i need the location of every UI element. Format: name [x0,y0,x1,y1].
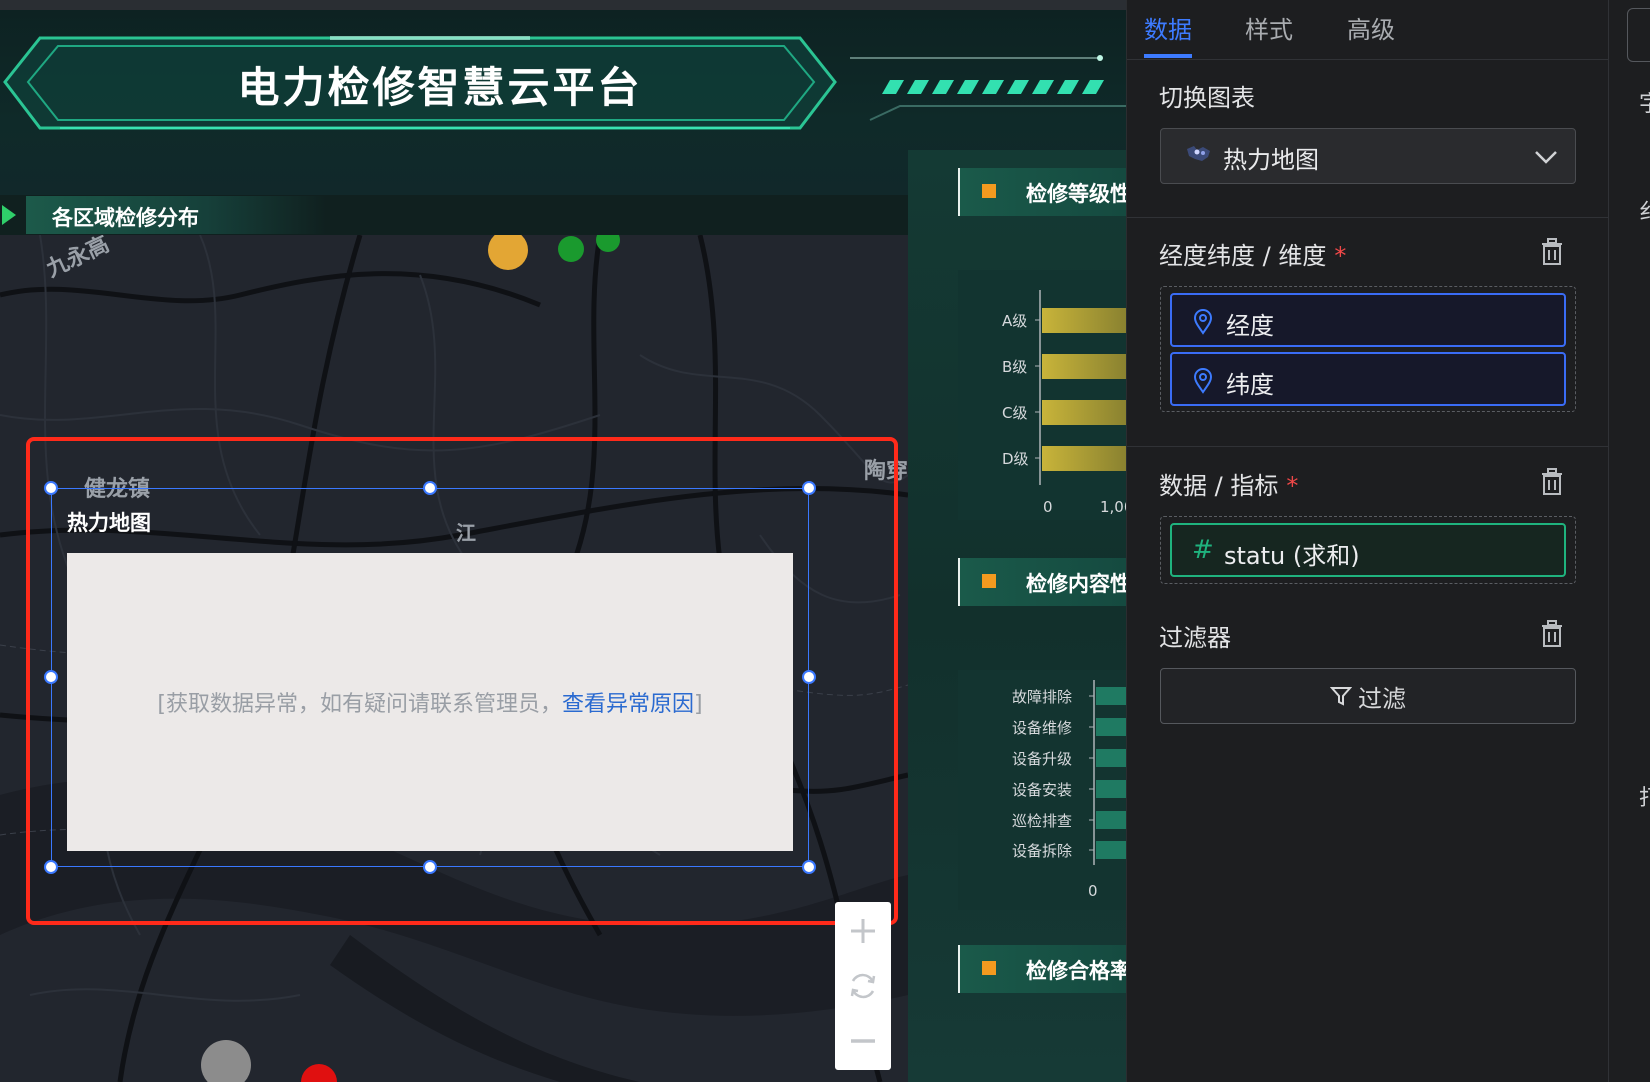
filter-label: 过滤器 [1159,624,1231,652]
longitude-field[interactable]: 经度 [1170,293,1566,347]
divider [1127,446,1609,447]
section-title-passrate: 检修合格率 [1026,959,1126,983]
chart-type-select[interactable]: 热力地图 [1160,128,1576,184]
geo-field-label-text: 经度纬度 / 维度 [1159,242,1327,270]
config-panel: 数据 样式 高级 切换图表 热力地图 经度纬度 / 维度 * 经度 纬度 数据 … [1126,0,1609,1082]
axis-tick-1000: 1,00 [1100,498,1126,516]
right-side-strip: 字 纟 打 [1608,0,1650,1082]
zoom-in-button[interactable] [835,906,891,956]
zoom-out-button[interactable] [835,1016,891,1066]
content-axis-tick-0: 0 [1088,882,1098,900]
error-message-close: ] [694,692,703,717]
metric-field-label-text: 数据 / 指标 [1159,472,1279,500]
section-header-content: 检修内容性 [958,558,1126,606]
bar-b [1042,354,1126,379]
tab-data[interactable]: 数据 [1144,10,1192,45]
filter-button-label: 过滤 [1358,684,1406,713]
section-header-district: 各区域检修分布 [0,196,908,234]
play-triangle-icon [2,205,16,225]
section-square-icon [982,184,996,198]
bar-c [1042,400,1126,425]
required-mark: * [1286,472,1299,500]
add-filter-button[interactable]: 过滤 [1160,668,1576,724]
latitude-field[interactable]: 纬度 [1170,352,1566,406]
level-bar-chart: A级 B级 C级 D级 0 1,00 [958,270,1126,520]
chart-type-value: 热力地图 [1223,146,1319,174]
app-root: 电力检修智慧云平台 九永高 健龙镇 江 陶穿 各区域检修分布 检修等级性 A级 … [0,0,1650,1082]
axis-tick-0: 0 [1043,498,1053,516]
resize-handle-r[interactable] [802,670,816,684]
resize-handle-l[interactable] [44,670,58,684]
location-pin-icon [1193,368,1213,394]
hash-icon: # [1192,535,1214,565]
section-title-district: 各区域检修分布 [52,206,199,230]
error-reason-link[interactable]: 查看异常原因 [562,692,694,717]
longitude-label: 经度 [1226,312,1274,340]
content-label-remove: 设备拆除 [1012,842,1073,860]
delete-metric-icon[interactable] [1539,468,1565,496]
dashboard-title: 电力检修智慧云平台 [237,63,643,112]
axis-label-c: C级 [1002,404,1028,422]
delete-geo-icon[interactable] [1539,238,1565,266]
section-title-content: 检修内容性 [1026,572,1126,596]
location-pin-icon [1193,309,1213,335]
axis-label-a: A级 [1002,312,1028,330]
content-label-inspect: 巡检排查 [1012,812,1073,830]
resize-handle-br[interactable] [802,860,816,874]
plus-icon [851,919,875,943]
metric-field-label: 数据 / 指标 * [1159,466,1298,501]
section-title-level: 检修等级性 [1026,182,1126,206]
divider [1127,217,1609,218]
latitude-label: 纬度 [1226,371,1274,399]
refresh-icon [850,973,876,999]
axis-label-b: B级 [1002,358,1028,376]
section-square-icon [982,574,996,588]
dashboard-canvas: 电力检修智慧云平台 九永高 健龙镇 江 陶穿 各区域检修分布 检修等级性 A级 … [0,0,1126,1082]
content-label-repair: 设备维修 [1012,719,1073,737]
resize-handle-bl[interactable] [44,860,58,874]
widget-title: 热力地图 [67,511,151,535]
section-header-level: 检修等级性 [958,168,1126,216]
resize-handle-tl[interactable] [44,481,58,495]
reset-view-button[interactable] [835,961,891,1011]
filter-icon [1330,687,1352,706]
top-strip [0,0,1126,10]
side-strip-char: 纟 [1639,194,1650,226]
tab-style[interactable]: 样式 [1245,10,1293,45]
side-toggle-button[interactable] [1627,8,1650,62]
axis-label-d: D级 [1002,450,1029,468]
required-mark: * [1334,242,1347,270]
section-header-passrate: 检修合格率 [958,945,1126,993]
error-message-box: [获取数据异常，如有疑问请联系管理员，查看异常原因] [67,553,793,851]
geo-field-label: 经度纬度 / 维度 * [1159,236,1346,271]
metric-field-value: statu (求和) [1224,542,1360,570]
resize-handle-b[interactable] [423,860,437,874]
level-bars-graphic [1035,290,1126,485]
panel-tabs: 数据 样式 高级 [1127,0,1609,60]
bar-a [1042,308,1126,333]
content-label-upgrade: 设备升级 [1012,750,1073,768]
tab-advanced[interactable]: 高级 [1347,10,1395,45]
metric-drop-zone[interactable]: # statu (求和) [1160,516,1576,584]
delete-filter-icon[interactable] [1539,620,1565,648]
error-message-text: [获取数据异常，如有疑问请联系管理员， [157,692,562,717]
geo-drop-zone[interactable]: 经度 纬度 [1160,286,1576,412]
minus-icon [851,1039,875,1043]
content-label-install: 设备安装 [1012,781,1073,799]
active-tab-indicator [1144,54,1192,58]
heatmap-icon [1187,146,1210,161]
section-square-icon [982,961,996,975]
content-label-fault: 故障排除 [1012,688,1073,706]
side-strip-char: 字 [1639,86,1650,118]
resize-handle-tr[interactable] [802,481,816,495]
bar-d [1042,446,1126,471]
content-bar-chart: 故障排除 设备维修 设备升级 设备安装 巡检排查 设备拆除 0 [958,670,1126,910]
chart-switch-label: 切换图表 [1159,84,1255,112]
resize-handle-t[interactable] [423,481,437,495]
map-zoom-control [835,902,891,1070]
side-strip-char: 打 [1639,780,1650,812]
chevron-down-icon [1535,151,1557,164]
metric-field-statu[interactable]: # statu (求和) [1170,523,1566,577]
error-message: [获取数据异常，如有疑问请联系管理员，查看异常原因] [157,686,702,718]
